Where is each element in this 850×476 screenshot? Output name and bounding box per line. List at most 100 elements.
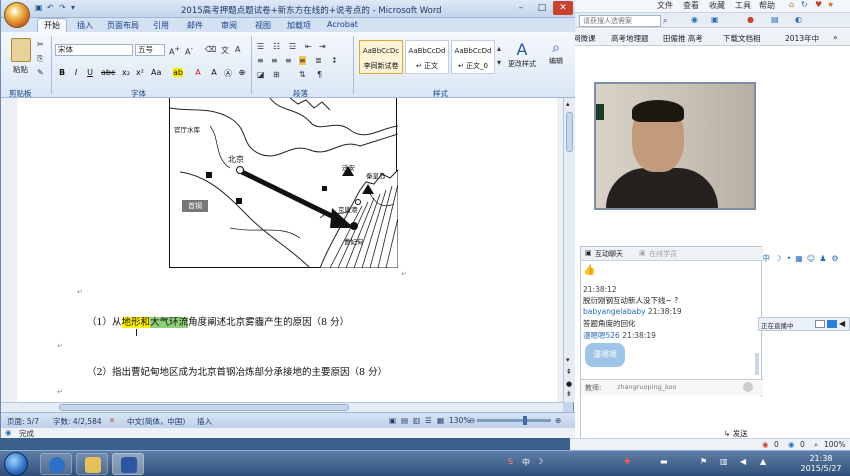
bullets-icon[interactable]: ☰ (257, 42, 264, 51)
speaker-icon[interactable]: ◀ (839, 319, 845, 328)
view-web-icon[interactable]: ▥ (413, 416, 420, 425)
taskbar-app-sogou[interactable] (40, 453, 72, 475)
document-page[interactable]: 官厅水库 北京 迁安 秦皇岛 京唐港 曹妃甸 首钢 ↵ ↵ （1）从地形和大气环… (17, 98, 557, 402)
superscript-icon[interactable]: x² (135, 68, 145, 77)
sort-icon[interactable]: ⇅ (299, 70, 306, 79)
zoom-level[interactable]: 130% (449, 416, 470, 425)
minimize-button[interactable]: – (511, 1, 531, 15)
scroll-thumb[interactable] (566, 112, 573, 152)
status-words[interactable]: 字数: 4/2,584 (53, 416, 102, 427)
phonetic-icon[interactable]: 文 (221, 45, 229, 56)
browser-zoom[interactable]: 100% (824, 440, 845, 449)
save-icon[interactable]: ▣ (35, 3, 43, 12)
grow-font-icon[interactable]: A+ (169, 45, 180, 57)
status-page[interactable]: 页面: 5/7 (7, 416, 39, 427)
menu-tools[interactable]: 工具 (735, 0, 751, 11)
vertical-scrollbar[interactable]: ▴ ▾ ⇞ ● ⇟ (563, 98, 575, 402)
next-page-icon[interactable]: ⇟ (566, 390, 572, 398)
camera-icon[interactable] (827, 320, 837, 328)
horizontal-scrollbar[interactable] (1, 402, 563, 412)
fav-item-4[interactable]: 2013年中 (785, 33, 819, 44)
chat-scrollbar[interactable] (755, 353, 759, 375)
increase-indent-icon[interactable]: ⇥ (319, 42, 326, 51)
tool-icon-page[interactable]: ▤ (771, 15, 779, 24)
paste-icon[interactable] (11, 38, 31, 62)
tab-home[interactable]: 开始 (37, 18, 67, 32)
fav-item-2[interactable]: 田僱推 高考 (663, 33, 703, 44)
select-browse-icon[interactable]: ● (566, 380, 572, 388)
chevron-right-icon[interactable]: » (833, 33, 838, 42)
taskbar-app-word[interactable] (112, 453, 144, 475)
prev-page-icon[interactable]: ⇞ (566, 368, 572, 376)
star-icon[interactable]: ★ (827, 0, 834, 9)
align-right-icon[interactable]: ≡ (285, 56, 292, 65)
zoom-slider-knob[interactable] (523, 416, 527, 425)
tray-flag-icon[interactable]: ⚑ (700, 457, 707, 466)
strikethrough-icon[interactable]: abc (101, 68, 115, 77)
rss-icon[interactable]: ◉ (691, 15, 698, 24)
punct-icon[interactable]: • (784, 254, 794, 264)
edit-button[interactable]: ⌕ 编辑 (541, 40, 571, 66)
tab-view[interactable]: 视图 (255, 20, 271, 31)
show-marks-icon[interactable]: ¶ (317, 70, 322, 79)
change-case-icon[interactable]: Aa (151, 68, 161, 77)
undo-icon[interactable]: ↶ (47, 3, 54, 12)
numbering-icon[interactable]: ☷ (273, 42, 280, 51)
char-border-icon[interactable]: A (235, 45, 240, 54)
view-fullscreen-icon[interactable]: ▤ (401, 416, 408, 425)
change-styles-button[interactable]: A 更改样式 (505, 40, 539, 69)
font-size-select[interactable]: 五号 (135, 44, 165, 56)
view-print-icon[interactable]: ▣ (389, 416, 396, 425)
close-button[interactable]: ✕ (553, 1, 573, 15)
tray-antivirus-icon[interactable]: ✚ (624, 457, 631, 466)
tab-online-students[interactable]: 在线学员 (649, 249, 677, 259)
taskbar-clock[interactable]: 21:38 2015/5/27 (796, 454, 846, 474)
style-gallery-item-2[interactable]: AaBbCcDd ↵ 正文_0 (451, 40, 495, 74)
align-left-icon[interactable]: ≡ (257, 56, 264, 65)
gallery-scroll-down-icon[interactable]: ▾ (497, 58, 501, 67)
zoom-in-icon[interactable]: ⊕ (555, 416, 561, 425)
status-language[interactable]: 中文(简体，中国) (127, 416, 185, 427)
zoom-icon[interactable]: ⌕ (814, 440, 818, 450)
tray-arrow-icon[interactable]: ▲ (760, 457, 766, 466)
decrease-indent-icon[interactable]: ⇤ (305, 42, 312, 51)
style-gallery-item-1[interactable]: AaBbCcDd ↵ 正文 (405, 40, 449, 74)
hscroll-thumb[interactable] (59, 404, 349, 411)
tray-sogou-icon[interactable]: S (508, 457, 513, 466)
message-sender[interactable]: 漫嗯嗯526 (583, 331, 620, 340)
browser-search-input[interactable]: 请获搜人选需案 (579, 15, 661, 27)
settings-icon[interactable]: ⚙ (830, 254, 840, 264)
char-shading-icon[interactable]: A (209, 68, 219, 77)
emoji-icon[interactable] (743, 382, 753, 392)
tab-review[interactable]: 审阅 (221, 20, 237, 31)
gallery-scroll-icon[interactable]: ▴ (497, 44, 501, 53)
face-icon[interactable]: ☺ (806, 254, 816, 264)
tab-page-layout[interactable]: 页面布局 (107, 20, 139, 31)
zoom-slider[interactable] (477, 416, 551, 425)
tab-acrobat[interactable]: Acrobat (327, 20, 358, 29)
italic-icon[interactable]: I (71, 68, 81, 77)
shrink-font-icon[interactable]: A- (185, 45, 193, 57)
teacher-name[interactable]: zhangruoping_koo (617, 383, 676, 391)
tool-icon-red[interactable]: ● (747, 15, 754, 24)
print-icon[interactable]: ▣ (711, 15, 719, 24)
font-name-select[interactable]: 宋体 (55, 44, 133, 56)
heart-icon[interactable]: ♥ (815, 0, 822, 9)
redo-icon[interactable]: ↷ (59, 3, 66, 12)
tab-insert[interactable]: 插入 (77, 20, 93, 31)
view-draft-icon[interactable]: ▦ (437, 416, 444, 425)
home-icon[interactable]: ⌂ (789, 0, 794, 9)
format-painter-icon[interactable]: ✎ (37, 68, 44, 77)
line-spacing-icon[interactable]: ↕ (331, 56, 338, 65)
menu-help[interactable]: 帮助 (759, 0, 775, 11)
justify-icon[interactable]: ≡ (299, 56, 306, 65)
refresh-icon[interactable]: ↻ (801, 0, 808, 9)
underline-icon[interactable]: U (85, 68, 95, 77)
cut-icon[interactable]: ✂ (37, 40, 44, 49)
taskbar-app-explorer[interactable] (76, 453, 108, 475)
char-scale-icon[interactable]: ⊕ (237, 68, 247, 77)
align-center-icon[interactable]: ≡ (271, 56, 278, 65)
maximize-button[interactable]: □ (532, 1, 552, 15)
chevron-down-icon[interactable]: ▾ (71, 3, 75, 12)
tab-references[interactable]: 引用 (153, 20, 169, 31)
